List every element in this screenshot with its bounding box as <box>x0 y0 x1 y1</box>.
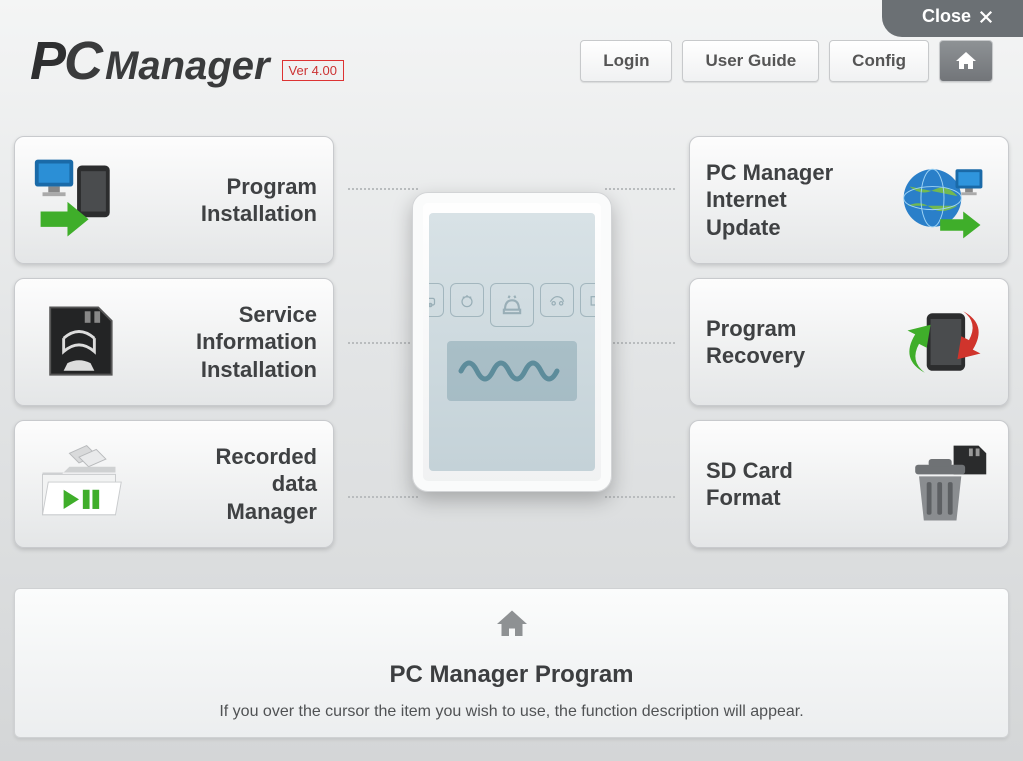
header: PC Manager Ver 4.00 Login User Guide Con… <box>0 0 1023 112</box>
card-internet-update[interactable]: PC Manager Internet Update <box>689 136 1009 264</box>
home-icon <box>954 49 978 73</box>
connector <box>348 496 418 498</box>
folder-play-icon <box>31 436 127 532</box>
center-device <box>412 192 612 492</box>
right-column: PC Manager Internet Update Program Recov… <box>689 136 1009 548</box>
login-button[interactable]: Login <box>580 40 672 82</box>
footer-desc: If you over the cursor the item you wish… <box>219 703 803 721</box>
connector <box>605 496 675 498</box>
main-grid: Program Installation Service Information… <box>14 112 1009 572</box>
close-label: Close <box>922 6 971 27</box>
left-column: Program Installation Service Information… <box>14 136 334 548</box>
connector <box>605 342 675 344</box>
footer-title: PC Manager Program <box>389 661 633 689</box>
device-screen <box>429 213 595 471</box>
card-program-recovery[interactable]: Program Recovery <box>689 278 1009 406</box>
home-button[interactable] <box>939 40 993 82</box>
connector <box>348 188 418 190</box>
card-label: PC Manager Internet Update <box>706 159 886 242</box>
manual-sd-icon <box>31 294 127 390</box>
card-label: Program Recovery <box>706 315 886 370</box>
card-program-installation[interactable]: Program Installation <box>14 136 334 264</box>
home-icon <box>494 606 530 647</box>
card-service-info-installation[interactable]: Service Information Installation <box>14 278 334 406</box>
connector <box>605 188 675 190</box>
brand-pc: PC <box>30 30 103 92</box>
header-buttons: Login User Guide Config <box>580 40 993 82</box>
close-button[interactable]: Close <box>882 0 1023 37</box>
config-button[interactable]: Config <box>829 40 929 82</box>
install-icon <box>31 152 127 248</box>
card-sd-format[interactable]: SD Card Format <box>689 420 1009 548</box>
brand: PC Manager Ver 4.00 <box>30 30 344 92</box>
card-label: SD Card Format <box>706 457 886 512</box>
card-label: Recorded data Manager <box>137 443 317 526</box>
card-label: Service Information Installation <box>137 301 317 384</box>
card-recorded-data-manager[interactable]: Recorded data Manager <box>14 420 334 548</box>
recovery-icon <box>896 294 992 390</box>
connector <box>348 342 418 344</box>
trash-sd-icon <box>896 436 992 532</box>
globe-update-icon <box>896 152 992 248</box>
brand-manager: Manager <box>105 44 270 89</box>
user-guide-button[interactable]: User Guide <box>682 40 819 82</box>
close-icon <box>977 8 995 26</box>
footer-panel: PC Manager Program If you over the curso… <box>14 588 1009 738</box>
card-label: Program Installation <box>137 173 317 228</box>
version-badge: Ver 4.00 <box>282 60 344 81</box>
